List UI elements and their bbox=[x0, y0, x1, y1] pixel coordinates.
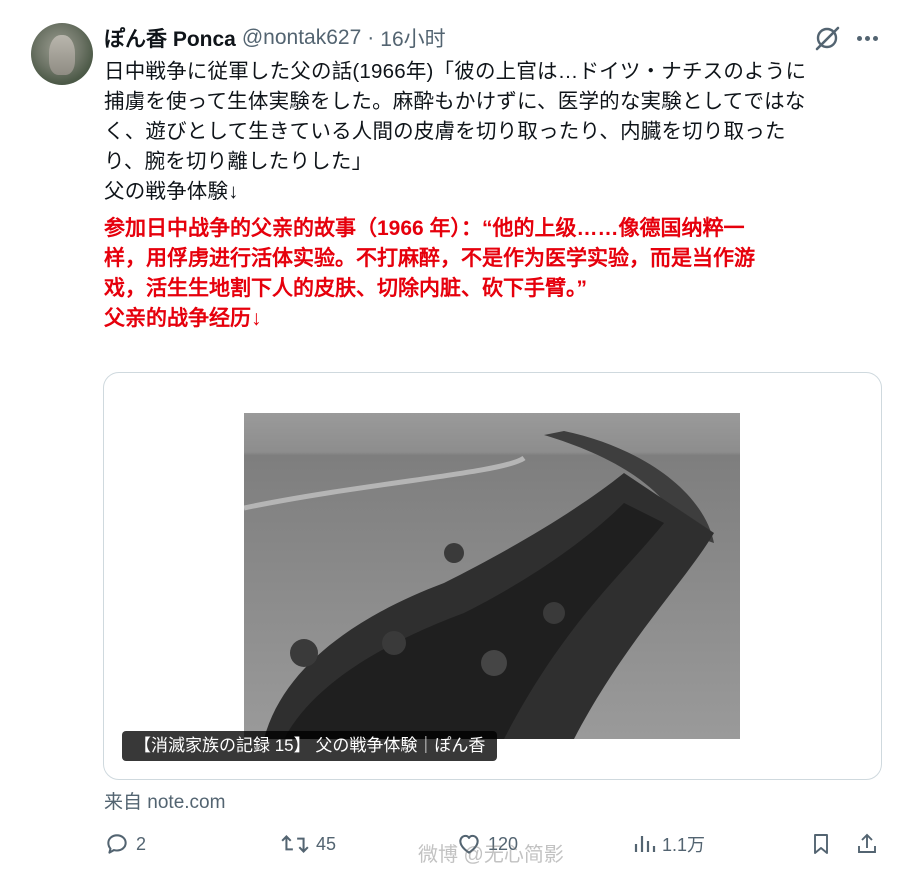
author-name[interactable]: ぽん香 Ponca bbox=[104, 23, 236, 53]
reply-count: 2 bbox=[136, 833, 147, 854]
views-icon bbox=[634, 836, 656, 852]
separator: · bbox=[367, 26, 375, 49]
timestamp[interactable]: 16小时 bbox=[380, 23, 445, 53]
translation-line: 样，用俘虏进行活体实验。不打麻醉，不是作为医学实验，而是当作游 bbox=[104, 247, 755, 270]
more-icon[interactable] bbox=[857, 36, 878, 41]
views-button[interactable]: 1.1万 bbox=[632, 826, 705, 862]
translation-line: 参加日中战争的父亲的故事（1966 年）：“他的上级……像德国纳粹一 bbox=[104, 217, 745, 240]
tweet-text-line: 捕虜を使って生体実験をした。麻酔もかけずに、医学的な実験としてではな bbox=[104, 90, 806, 113]
translation-text-chinese: 参加日中战争的父亲的故事（1966 年）：“他的上级……像德国纳粹一 样，用俘虏… bbox=[104, 214, 884, 334]
card-title[interactable]: 【消滅家族の記録 15】 父の戦争体験｜ぽん香 bbox=[122, 731, 498, 761]
bookmark-button[interactable] bbox=[809, 826, 833, 862]
retweet-button[interactable]: 45 bbox=[280, 826, 336, 862]
share-icon bbox=[858, 833, 876, 853]
translation-line: 父亲的战争经历↓ bbox=[104, 307, 262, 330]
share-button[interactable] bbox=[855, 826, 879, 862]
retweet-icon bbox=[281, 835, 309, 853]
tweet-text-line: 日中戦争に従軍した父の話(1966年)「彼の上官は…ドイツ・ナチスのように bbox=[104, 60, 807, 83]
link-card[interactable]: 【消滅家族の記録 15】 父の戦争体験｜ぽん香 bbox=[103, 372, 882, 780]
tweet-header: ぽん香 Ponca @nontak627 · 16小时 bbox=[104, 24, 446, 52]
views-count: 1.1万 bbox=[662, 835, 706, 855]
tweet-text-line: り、腕を切り離したりした」 bbox=[104, 150, 373, 173]
watermark: 微博 @无心简影 bbox=[418, 844, 564, 866]
card-source[interactable]: 来自 note.com bbox=[104, 787, 225, 814]
grok-icon[interactable] bbox=[813, 24, 841, 52]
retweet-count: 45 bbox=[316, 833, 337, 854]
tweet-text-line: く、遊びとして生きている人間の皮膚を切り取ったり、内臓を切り取った bbox=[104, 120, 786, 143]
tweet-text-japanese: 日中戦争に従軍した父の話(1966年)「彼の上官は…ドイツ・ナチスのように 捕虜… bbox=[104, 57, 874, 207]
avatar[interactable] bbox=[31, 23, 93, 85]
translation-line: 戏，活生生地割下人的皮肤、切除内脏、砍下手臂。” bbox=[104, 277, 587, 300]
reply-button[interactable]: 2 bbox=[104, 826, 146, 862]
bookmark-icon bbox=[814, 834, 828, 854]
card-photo[interactable] bbox=[244, 413, 740, 739]
tweet-text-line: 父の戦争体験↓ bbox=[104, 180, 239, 203]
author-handle[interactable]: @nontak627 bbox=[242, 26, 361, 50]
reply-icon bbox=[107, 834, 127, 854]
